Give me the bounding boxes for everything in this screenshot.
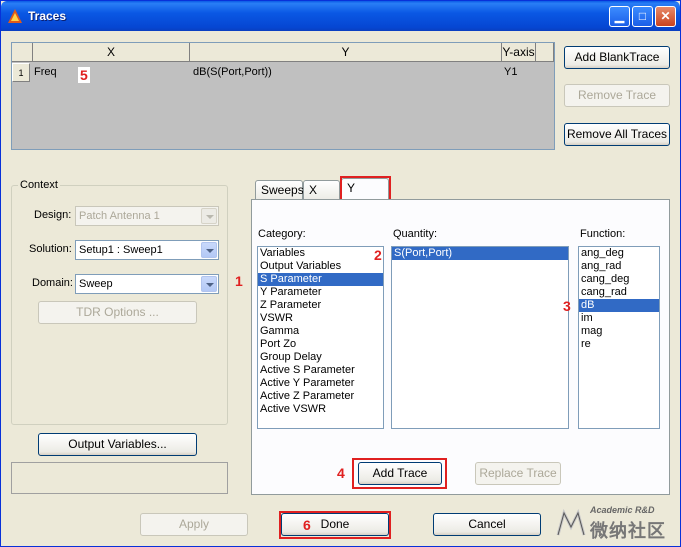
tdr-options-button[interactable]: TDR Options ... <box>38 301 197 324</box>
maximize-button[interactable]: □ <box>632 6 653 27</box>
domain-value: Sweep <box>79 278 113 290</box>
watermark-line2: 微纳社区 <box>590 521 666 541</box>
category-list-item[interactable]: S Parameter <box>258 273 383 286</box>
category-list-item[interactable]: Y Parameter <box>258 286 383 299</box>
design-select[interactable]: Patch Antenna 1 <box>75 206 219 226</box>
watermark: Academic R&D 微纳社区 <box>556 501 680 545</box>
category-list-item[interactable]: VSWR <box>258 312 383 325</box>
design-label: Design: <box>34 209 72 221</box>
grid-corner-header <box>12 43 33 62</box>
row-x-value[interactable]: Freq <box>34 63 57 82</box>
replace-trace-button[interactable]: Replace Trace <box>475 462 561 485</box>
annotation-box-add-trace <box>352 458 447 489</box>
row-index[interactable]: 1 <box>12 63 30 82</box>
solution-label: Solution: <box>29 243 72 255</box>
table-row[interactable]: 1 Freq dB(S(Port,Port)) Y1 <box>12 63 554 82</box>
row-y-value[interactable]: dB(S(Port,Port)) <box>193 63 272 82</box>
tab-x[interactable]: X <box>303 180 340 200</box>
category-list-item[interactable]: Gamma <box>258 325 383 338</box>
apply-button[interactable]: Apply <box>140 513 248 536</box>
category-list-item[interactable]: Active S Parameter <box>258 364 383 377</box>
annotation-4: 4 <box>337 465 345 481</box>
trace-grid[interactable]: X Y Y-axis 1 Freq dB(S(Port,Port)) Y1 <box>11 42 555 150</box>
function-label: Function: <box>580 228 626 240</box>
chevron-down-icon <box>201 276 217 292</box>
annotation-5: 5 <box>78 67 90 83</box>
function-list[interactable]: ang_deg ang_rad cang_deg cang_rad dB im mag re <box>578 246 660 429</box>
design-value: Patch Antenna 1 <box>79 210 160 222</box>
category-list-item[interactable]: Active Y Parameter <box>258 377 383 390</box>
function-list-item[interactable]: mag <box>579 325 659 338</box>
output-variables-button[interactable]: Output Variables... <box>38 433 197 456</box>
solution-value: Setup1 : Sweep1 <box>79 244 163 256</box>
category-list-item[interactable]: Z Parameter <box>258 299 383 312</box>
quantity-list-item[interactable]: S(Port,Port) <box>392 247 568 260</box>
quantity-label: Quantity: <box>393 228 438 240</box>
category-list-item[interactable]: Group Delay <box>258 351 383 364</box>
maximize-icon: □ <box>638 9 647 23</box>
category-list-item[interactable]: Active Z Parameter <box>258 390 383 403</box>
solution-select[interactable]: Setup1 : Sweep1 <box>75 240 219 260</box>
chevron-down-icon <box>201 242 217 258</box>
domain-label: Domain: <box>32 277 73 289</box>
cancel-button[interactable]: Cancel <box>433 513 541 536</box>
tab-sweeps[interactable]: Sweeps <box>255 180 304 200</box>
category-list-item[interactable]: Active VSWR <box>258 403 383 416</box>
function-list-item[interactable]: dB <box>579 299 659 312</box>
annotation-6: 6 <box>303 517 311 533</box>
quantity-items: S(Port,Port) <box>392 247 568 260</box>
annotation-3: 3 <box>563 298 571 314</box>
remove-all-traces-button[interactable]: Remove All Traces <box>564 123 670 146</box>
function-items: ang_deg ang_rad cang_deg cang_rad dB im mag re <box>579 247 659 351</box>
annotation-2: 2 <box>374 247 382 263</box>
category-label: Category: <box>258 228 306 240</box>
grid-header-x[interactable]: X <box>33 43 190 62</box>
grid-header-y[interactable]: Y <box>190 43 502 62</box>
close-button[interactable]: ✕ <box>655 6 676 27</box>
category-list-item[interactable]: Port Zo <box>258 338 383 351</box>
function-list-item[interactable]: ang_deg <box>579 247 659 260</box>
minimize-icon: ▁ <box>614 9 625 23</box>
annotation-1: 1 <box>235 273 243 289</box>
category-list[interactable]: Variables Output Variables S Parameter Y Pa… <box>257 246 384 429</box>
grid-header-yaxis[interactable]: Y-axis <box>502 43 536 62</box>
domain-select[interactable]: Sweep <box>75 274 219 294</box>
remove-trace-button[interactable]: Remove Trace <box>564 84 670 107</box>
annotation-box-done <box>279 511 391 539</box>
category-list-item[interactable]: Variables <box>258 247 383 260</box>
context-legend: Context <box>18 179 60 191</box>
function-list-item[interactable]: im <box>579 312 659 325</box>
close-icon: ✕ <box>660 9 671 23</box>
category-items: Variables Output Variables S Parameter Y Pa… <box>258 247 383 416</box>
function-list-item[interactable]: re <box>579 338 659 351</box>
quantity-list[interactable]: S(Port,Port) <box>391 246 569 429</box>
minimize-button[interactable]: ▁ <box>609 6 630 27</box>
grid-header-filler <box>536 43 554 62</box>
watermark-logo-icon <box>556 509 586 536</box>
status-field <box>11 462 228 494</box>
traces-window: Traces ▁ □ ✕ X Y Y-axis 1 Freq dB(S(Port… <box>0 0 681 547</box>
category-list-item[interactable]: Output Variables <box>258 260 383 273</box>
row-yaxis-value[interactable]: Y1 <box>504 63 517 82</box>
watermark-line1: Academic R&D <box>590 505 655 515</box>
title-bar[interactable]: Traces ▁ □ ✕ <box>1 1 680 31</box>
function-list-item[interactable]: cang_rad <box>579 286 659 299</box>
app-logo-icon <box>8 9 22 23</box>
chevron-down-icon <box>201 208 217 224</box>
window-title: Traces <box>28 9 67 23</box>
add-blank-trace-button[interactable]: Add BlankTrace <box>564 46 670 69</box>
function-list-item[interactable]: cang_deg <box>579 273 659 286</box>
function-list-item[interactable]: ang_rad <box>579 260 659 273</box>
